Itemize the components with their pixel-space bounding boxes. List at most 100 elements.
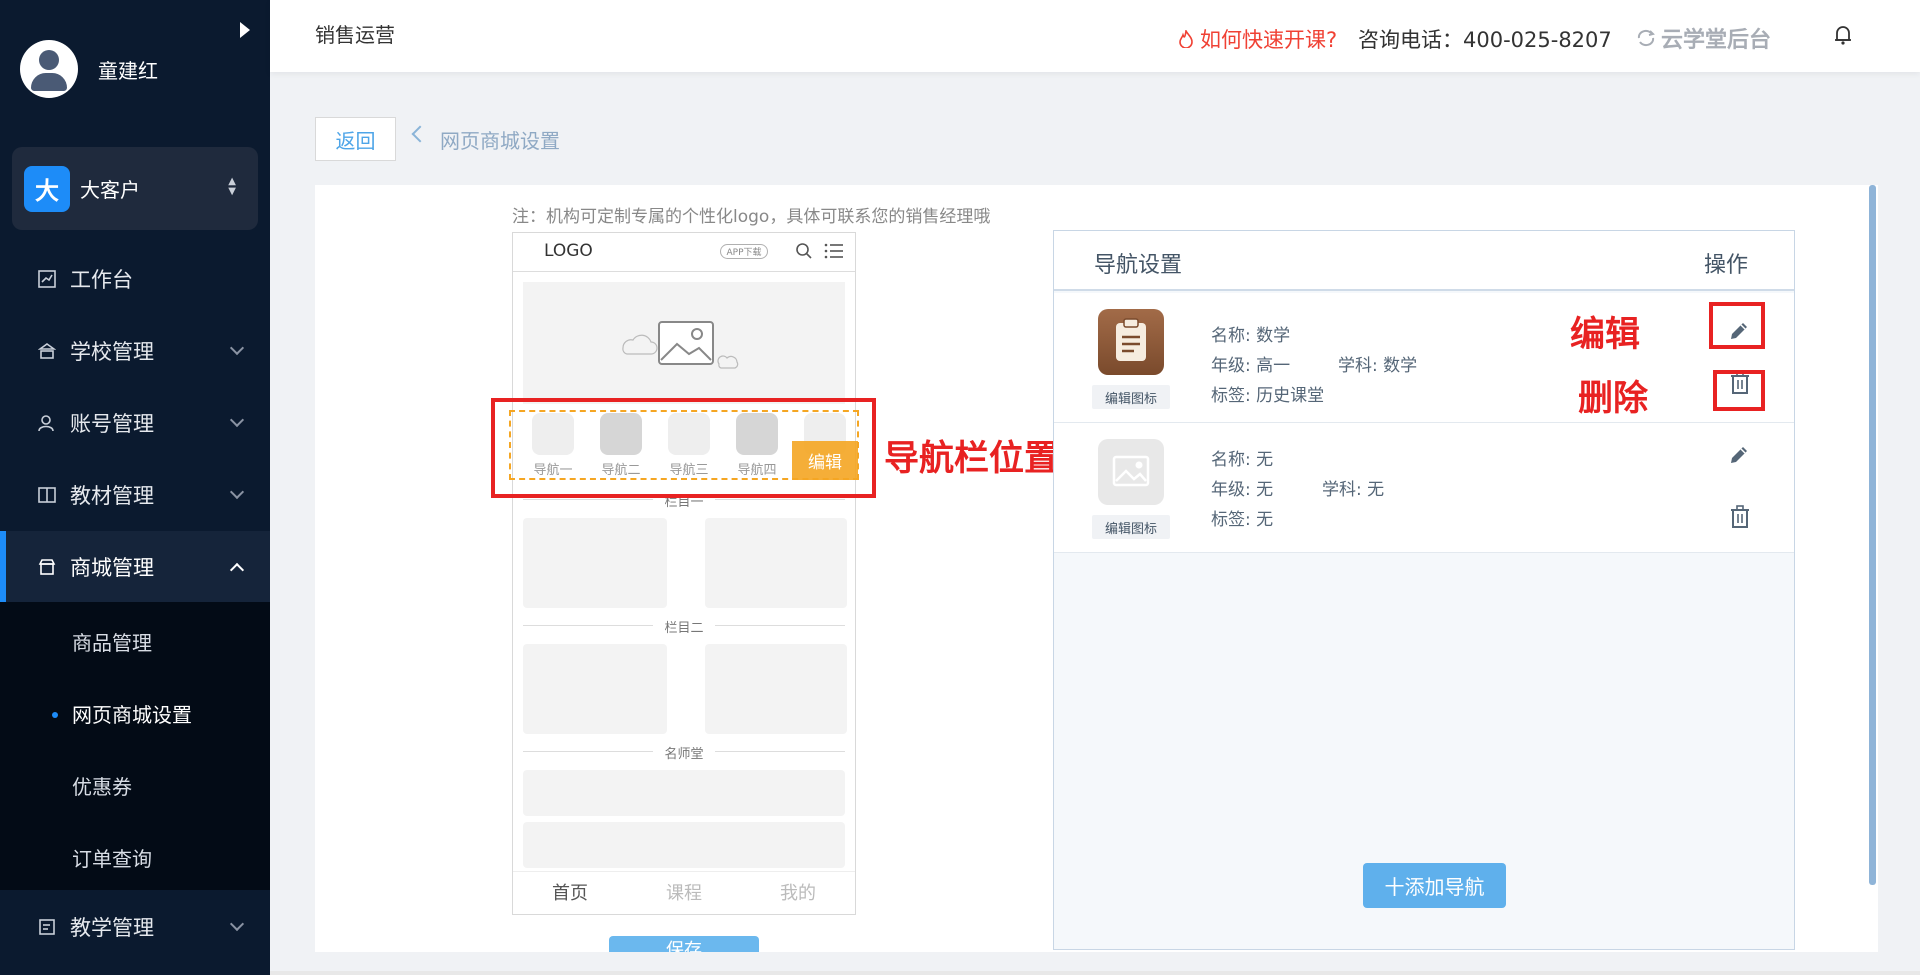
chevron-down-icon [229,412,245,428]
bottom-border [270,971,1920,975]
submenu-item-coupons[interactable]: 优惠券 [72,771,132,800]
nav-settings-panel: 导航设置 操作 编辑图标 名称: 数学 年级: 高一 学科: 数学 标签: 历史… [1053,230,1795,950]
clipboard-icon [1098,309,1164,375]
flame-icon [1179,30,1193,48]
submenu-item-orders[interactable]: 订单查询 [72,843,152,872]
nav-grade: 年级: 无 [1211,480,1274,500]
mobile-preview: LOGO APP下载 导航一 导航二 导航三 导航四 栏目一 栏目二 名师堂 首… [512,232,856,915]
menu-item-school[interactable]: 学校管理 [0,315,270,387]
avatar [20,40,78,98]
active-dot [52,712,58,718]
content-card [705,518,847,608]
back-button[interactable]: 返回 [315,117,396,161]
submenu-item-products[interactable]: 商品管理 [72,627,152,656]
page-section-title: 销售运营 [315,23,395,47]
menu-label: 账号管理 [70,412,154,436]
pencil-icon[interactable] [1727,443,1751,467]
user-name: 童建红 [98,58,158,83]
search-icon [796,243,812,259]
chevron-down-icon [229,340,245,356]
app-download-badge: APP下载 [720,244,768,259]
nav-tag: 标签: 无 [1211,510,1274,530]
fast-course-label: 如何快速开课? [1200,28,1338,52]
menu-label: 教材管理 [70,484,154,508]
preview-tab-bar: 首页 课程 我的 [513,871,855,915]
sort-icon: ▲ ▼ [228,176,236,197]
consult-phone: 咨询电话：400-025-8207 [1358,28,1612,52]
nav-settings-title: 导航设置 [1094,253,1183,278]
submenu-item-web-shop-settings[interactable]: 网页商城设置 [72,699,192,728]
menu-item-account[interactable]: 账号管理 [0,387,270,459]
chevron-down-icon [229,916,245,932]
refresh-icon [1637,29,1655,47]
section-heading: 栏目二 [523,617,845,636]
sidebar: 童建红 大 大客户 ▲ ▼ 工作台 学校管理 账号管理 教材管理 商城管理 商品管… [0,0,270,975]
tab-mine: 我的 [780,883,816,904]
nav-row: 编辑图标 名称: 无 年级: 无 学科: 无 标签: 无 [1054,423,1794,553]
org-badge: 大 [24,165,70,212]
org-name: 大客户 [80,178,140,202]
menu-item-textbook[interactable]: 教材管理 [0,459,270,531]
edit-annotation-box [1709,302,1765,349]
menu-item-teaching[interactable]: 教学管理 [0,891,270,963]
menu-label: 学校管理 [70,340,154,364]
nav-grade: 年级: 高一 [1211,356,1291,376]
book-icon [36,484,58,506]
chevron-left-icon[interactable] [411,125,429,143]
image-placeholder-icon [1098,439,1164,505]
tab-home: 首页 [552,883,588,904]
edit-icon-button[interactable]: 编辑图标 [1092,515,1170,539]
brand-logo: 云学堂后台 [1635,22,1771,54]
section-heading: 名师堂 [523,743,845,762]
list-icon [824,243,843,259]
add-nav-button[interactable]: 十添加导航 [1363,863,1506,908]
nav-bar-annotation-box [491,398,876,498]
preview-logo: LOGO [544,241,593,261]
nav-subject: 学科: 无 [1322,480,1385,500]
nav-subject: 学科: 数学 [1338,356,1418,376]
menu-label: 教学管理 [70,916,154,940]
menu-label: 工作台 [70,268,133,292]
fast-course-link[interactable]: 如何快速开课? [1178,24,1337,54]
logo-note: 注：机构可定制专属的个性化logo，具体可联系您的销售经理哦 [512,207,991,227]
delete-annotation: 删除 [1578,379,1649,419]
top-bar: 销售运营 如何快速开课? 咨询电话：400-025-8207 云学堂后台 [270,0,1920,72]
nav-row: 编辑图标 名称: 数学 年级: 高一 学科: 数学 标签: 历史课堂 [1054,293,1794,423]
nav-position-annotation: 导航栏位置 [884,439,1060,479]
content-card [523,518,667,608]
content-card [705,644,847,734]
image-placeholder-icon [622,321,739,369]
menu-item-shop[interactable]: 商城管理 [0,531,270,603]
header-divider [513,271,855,272]
edit-annotation: 编辑 [1570,315,1641,355]
scrollbar[interactable] [1869,185,1876,885]
content-card [523,822,845,868]
nav-tag: 标签: 历史课堂 [1211,386,1325,406]
banner-placeholder [523,282,845,404]
brand-name: 云学堂后台 [1661,28,1772,53]
save-button[interactable]: 保存 [609,936,759,952]
calendar-icon [36,916,58,938]
shop-icon [36,556,58,578]
breadcrumb-current: 网页商城设置 [440,129,560,153]
edit-icon-button[interactable]: 编辑图标 [1092,385,1170,409]
tab-courses: 课程 [666,883,702,904]
user-profile[interactable]: 童建红 [20,38,260,100]
content-card [523,770,845,816]
trash-icon[interactable] [1729,505,1751,529]
bell-icon[interactable] [1830,22,1856,48]
chart-icon [36,268,58,290]
nav-settings-header: 导航设置 操作 [1054,231,1794,291]
school-icon [36,340,58,362]
user-icon [36,412,58,434]
operation-header: 操作 [1704,253,1749,278]
menu-label: 商城管理 [70,556,154,580]
delete-annotation-box [1713,370,1765,411]
nav-name: 名称: 无 [1211,450,1274,470]
chevron-up-icon [229,562,245,578]
menu-item-workbench[interactable]: 工作台 [0,243,270,315]
nav-name: 名称: 数学 [1211,326,1291,346]
caret-right-icon[interactable] [240,22,250,38]
content-card [523,644,667,734]
org-switcher[interactable]: 大 大客户 ▲ ▼ [12,147,258,230]
